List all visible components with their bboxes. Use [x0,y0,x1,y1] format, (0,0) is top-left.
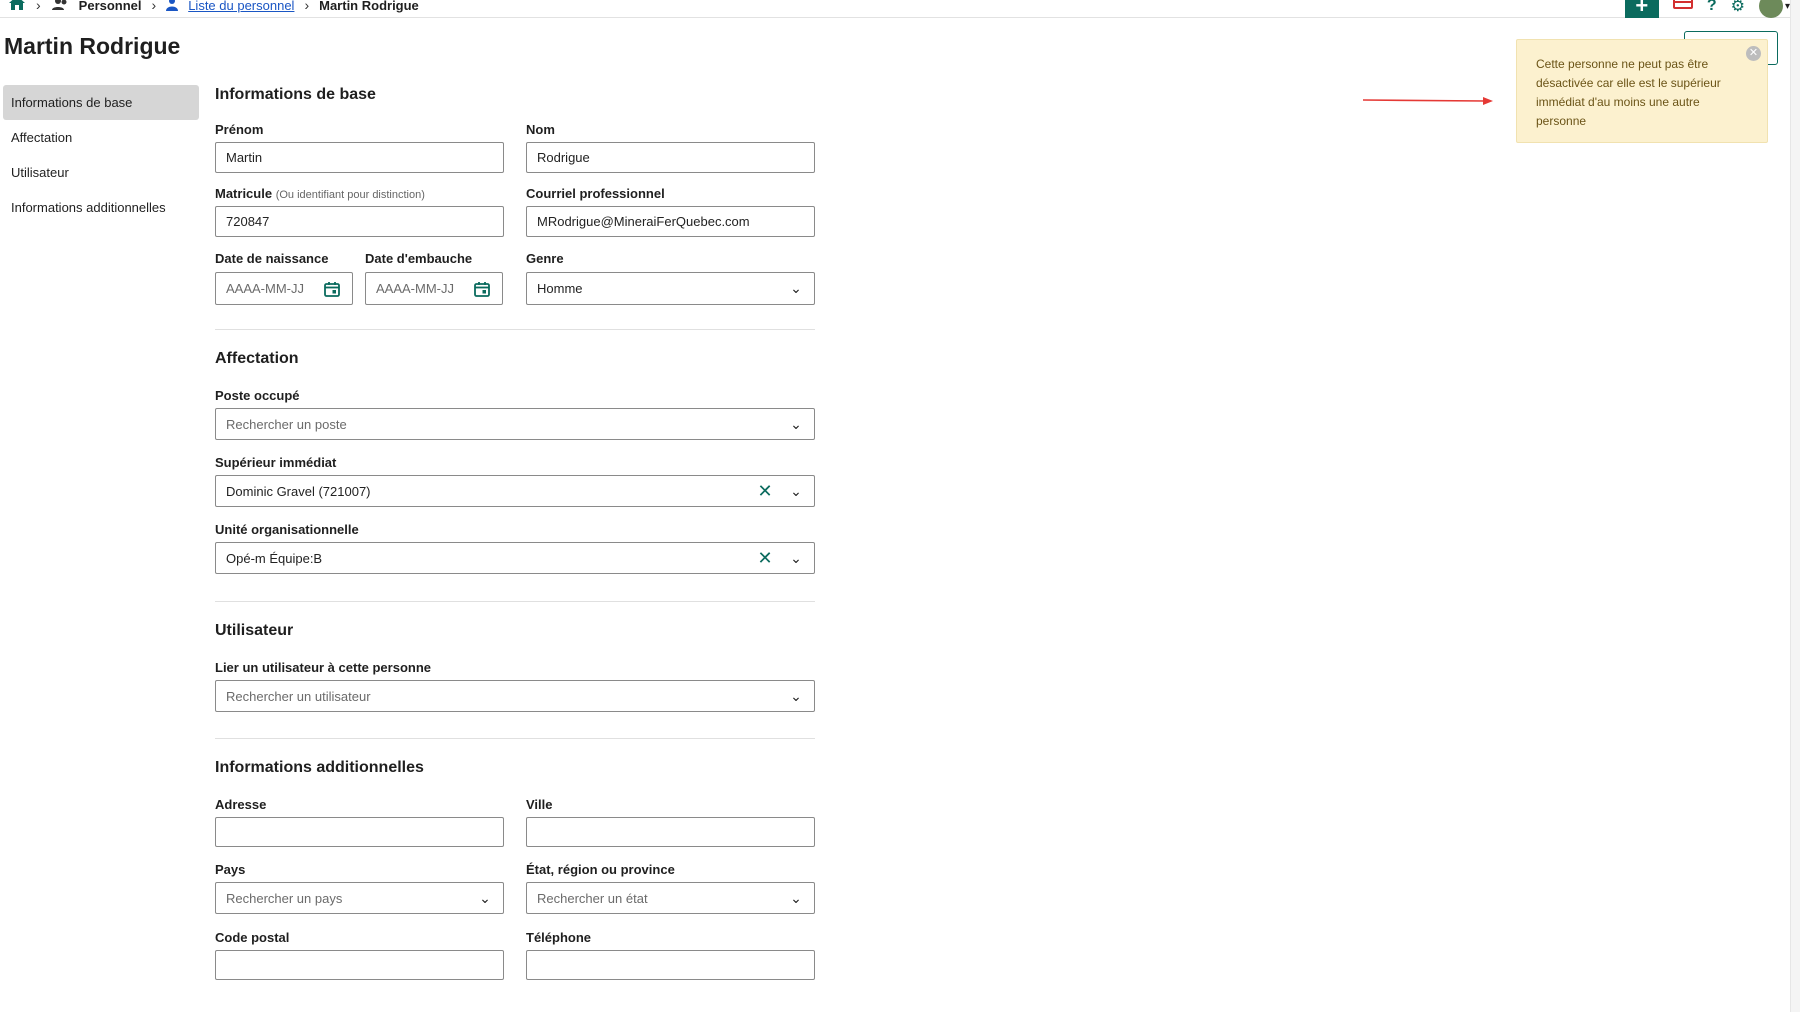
chevron-right-icon: › [151,0,157,13]
ville-label: Ville [526,797,553,812]
breadcrumb-current: Martin Rodrigue [319,0,419,13]
alert-message: Cette personne ne peut pas être désactiv… [1536,57,1721,128]
sidenav-item-informations-additionnelles[interactable]: Informations additionnelles [3,190,199,225]
matricule-value: 720847 [226,214,270,229]
top-bar: › Personnel › Liste du personnel › Marti… [0,0,1790,18]
side-nav: Informations de base Affectation Utilisa… [3,85,199,225]
notification-icon[interactable] [1672,0,1693,16]
prenom-label: Prénom [215,122,264,137]
breadcrumb: › Personnel › Liste du personnel › Marti… [8,0,419,14]
chevron-down-icon: ⌄ [790,549,802,566]
naissance-placeholder: AAAA-MM-JJ [226,281,304,296]
utilisateur-select[interactable]: Rechercher un utilisateur ⌄ [215,680,815,712]
clear-icon[interactable]: ✕ [756,481,774,502]
embauche-label: Date d'embauche [365,251,473,266]
pays-select[interactable]: Rechercher un pays ⌄ [215,882,504,914]
unite-select[interactable]: Opé-m Équipe:B ✕ ⌄ [215,542,815,574]
section-divider [215,738,815,739]
matricule-label: Matricule (Ou identifiant pour distincti… [215,186,425,201]
chevron-down-icon: ⌄ [790,687,802,704]
etat-label: État, région ou province [526,862,675,877]
avatar [1758,0,1783,18]
section-title-base: Informations de base [215,86,376,103]
unite-value: Opé-m Équipe:B [226,550,323,566]
chevron-down-icon: ⌄ [790,889,802,906]
nom-value: Rodrigue [537,150,590,165]
poste-label: Poste occupé [215,388,300,403]
etat-placeholder: Rechercher un état [537,890,648,906]
scrollbar[interactable] [1790,0,1800,1012]
sidenav-item-informations-de-base[interactable]: Informations de base [3,85,199,120]
lier-utilisateur-label: Lier un utilisateur à cette personne [215,660,431,675]
people-icon [51,0,69,14]
etat-select[interactable]: Rechercher un état ⌄ [526,882,815,914]
home-icon[interactable] [8,0,26,16]
chevron-right-icon: › [36,0,41,13]
telephone-label: Téléphone [526,930,592,945]
courriel-value: MRodrigue@MineraiFerQuebec.com [537,214,750,229]
add-button[interactable]: + [1624,0,1659,18]
toolbar-right: + ? ⚙ ▾ [1624,0,1790,18]
embauche-date-field[interactable]: AAAA-MM-JJ [365,272,503,305]
superieur-label: Supérieur immédiat [215,455,337,470]
section-divider [215,601,815,602]
poste-placeholder: Rechercher un poste [226,416,347,432]
genre-value: Homme [537,281,583,296]
user-menu[interactable]: ▾ [1758,0,1790,18]
sidenav-item-affectation[interactable]: Affectation [3,120,199,155]
code-postal-label: Code postal [215,930,290,945]
section-title-affectation: Affectation [215,350,299,367]
prenom-value: Martin [226,150,263,165]
section-title-additionnelles: Informations additionnelles [215,759,424,776]
courriel-label: Courriel professionnel [526,186,665,201]
gear-icon[interactable]: ⚙ [1731,0,1745,16]
ville-field[interactable] [526,817,815,847]
genre-label: Genre [526,251,564,266]
section-divider [215,329,815,330]
annotation-arrow [1363,97,1493,105]
adresse-label: Adresse [215,797,267,812]
nom-label: Nom [526,122,555,137]
chevron-right-icon: › [304,0,310,13]
utilisateur-placeholder: Rechercher un utilisateur [226,688,371,704]
chevron-down-icon: ⌄ [790,415,802,432]
section-title-utilisateur: Utilisateur [215,622,294,639]
superieur-select[interactable]: Dominic Gravel (721007) ✕ ⌄ [215,475,815,507]
nom-field[interactable]: Rodrigue [526,142,815,173]
close-icon[interactable]: ✕ [1746,46,1761,61]
pays-placeholder: Rechercher un pays [226,890,343,906]
person-icon [166,0,179,14]
matricule-label-text: Matricule [215,186,273,201]
embauche-placeholder: AAAA-MM-JJ [376,281,454,296]
naissance-date-field[interactable]: AAAA-MM-JJ [215,272,353,305]
chevron-down-icon: ⌄ [790,280,802,296]
page-title: Martin Rodrigue [4,33,181,59]
matricule-field[interactable]: 720847 [215,206,504,237]
telephone-field[interactable] [526,950,815,980]
help-icon[interactable]: ? [1707,0,1717,15]
genre-select[interactable]: Homme ⌄ [526,272,815,305]
chevron-down-icon: ⌄ [479,889,491,906]
breadcrumb-liste-personnel[interactable]: Liste du personnel [188,0,294,13]
chevron-down-icon: ⌄ [790,482,802,499]
courriel-field[interactable]: MRodrigue@MineraiFerQuebec.com [526,206,815,237]
pays-label: Pays [215,862,246,877]
naissance-label: Date de naissance [215,251,329,266]
clear-icon[interactable]: ✕ [756,548,774,569]
calendar-icon[interactable] [324,281,342,297]
warning-alert: ✕ Cette personne ne peut pas être désact… [1516,39,1768,143]
poste-select[interactable]: Rechercher un poste ⌄ [215,408,815,440]
unite-label: Unité organisationnelle [215,522,359,537]
matricule-hint: (Ou identifiant pour distinction) [275,189,425,201]
code-postal-field[interactable] [215,950,504,980]
adresse-field[interactable] [215,817,504,847]
superieur-value: Dominic Gravel (721007) [226,483,371,499]
prenom-field[interactable]: Martin [215,142,504,173]
calendar-icon[interactable] [474,281,492,297]
sidenav-item-utilisateur[interactable]: Utilisateur [3,155,199,190]
breadcrumb-personnel[interactable]: Personnel [79,0,142,13]
